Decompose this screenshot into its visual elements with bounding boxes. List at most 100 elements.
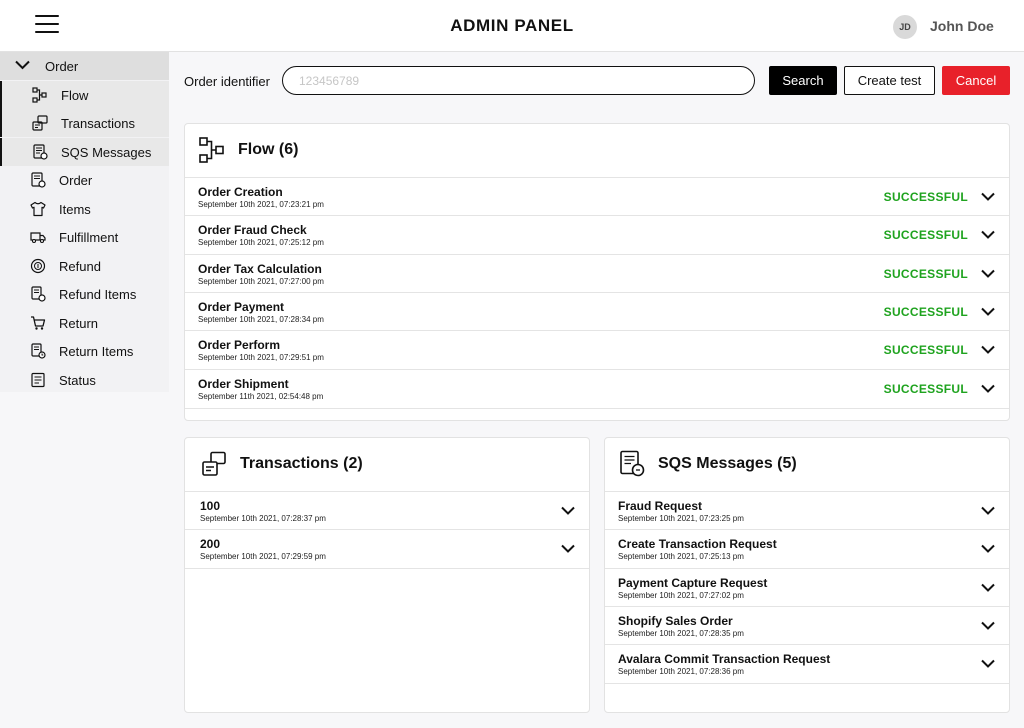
chevron-down-icon[interactable] bbox=[981, 230, 995, 239]
avatar[interactable]: JD bbox=[893, 15, 917, 39]
order-identifier-input[interactable] bbox=[282, 66, 755, 95]
sqs-message-row[interactable]: Payment Capture Request September 10th 2… bbox=[605, 568, 1009, 607]
sqs-message-row-title: Create Transaction Request bbox=[618, 537, 777, 551]
top-header: ADMIN PANEL JD John Doe bbox=[0, 0, 1024, 52]
flow-row-date: September 10th 2021, 07:29:51 pm bbox=[198, 353, 324, 362]
flow-row[interactable]: Order Payment September 10th 2021, 07:28… bbox=[185, 292, 1009, 331]
chevron-down-icon bbox=[15, 60, 30, 70]
flow-row-date: September 10th 2021, 07:25:12 pm bbox=[198, 238, 324, 247]
chevron-down-icon[interactable] bbox=[561, 506, 575, 515]
sidebar-item-transactions[interactable]: Transactions bbox=[0, 109, 169, 137]
chevron-down-icon[interactable] bbox=[981, 544, 995, 553]
shirt-icon bbox=[30, 201, 46, 217]
flow-row[interactable]: Order Tax Calculation September 10th 202… bbox=[185, 254, 1009, 293]
chevron-down-icon[interactable] bbox=[981, 345, 995, 354]
chevron-down-icon[interactable] bbox=[981, 384, 995, 393]
sidebar-item-return-items[interactable]: Return Items bbox=[0, 337, 169, 365]
chevron-down-icon[interactable] bbox=[981, 192, 995, 201]
flow-row[interactable]: Order Creation September 10th 2021, 07:2… bbox=[185, 177, 1009, 216]
sqs-message-row-date: September 10th 2021, 07:27:02 pm bbox=[618, 591, 744, 600]
user-name[interactable]: John Doe bbox=[930, 18, 994, 34]
sqs-message-row[interactable]: Create Transaction Request September 10t… bbox=[605, 529, 1009, 568]
sidebar-item-label: Refund bbox=[59, 259, 101, 274]
sidebar-item-label: Refund Items bbox=[59, 287, 137, 302]
transaction-row[interactable]: 200 September 10th 2021, 07:29:59 pm bbox=[185, 529, 589, 569]
chevron-down-icon[interactable] bbox=[981, 659, 995, 668]
sidebar: Order Flow Transactions SQS Messages Ord… bbox=[0, 52, 169, 392]
transactions-icon bbox=[32, 115, 48, 131]
sqs-messages-card: SQS Messages (5) Fraud Request September… bbox=[604, 437, 1010, 713]
refund-icon bbox=[30, 258, 46, 274]
sidebar-item-refund-items[interactable]: Refund Items bbox=[0, 280, 169, 308]
sidebar-item-order-group[interactable]: Order bbox=[0, 52, 169, 80]
transaction-row[interactable]: 100 September 10th 2021, 07:28:37 pm bbox=[185, 491, 589, 530]
menu-icon[interactable] bbox=[35, 15, 59, 35]
chevron-down-icon[interactable] bbox=[981, 583, 995, 592]
flow-card-title: Flow (6) bbox=[238, 141, 299, 158]
page-title: ADMIN PANEL bbox=[450, 16, 574, 35]
sidebar-item-fulfillment[interactable]: Fulfillment bbox=[0, 223, 169, 251]
flow-icon bbox=[199, 137, 224, 163]
messages-icon bbox=[33, 144, 48, 160]
sqs-message-row-date: September 10th 2021, 07:28:35 pm bbox=[618, 629, 744, 638]
flow-row[interactable]: Order Perform September 10th 2021, 07:29… bbox=[185, 330, 1009, 369]
transactions-card: Transactions (2) 100 September 10th 2021… bbox=[184, 437, 590, 713]
search-button[interactable]: Search bbox=[769, 66, 837, 95]
chevron-down-icon[interactable] bbox=[981, 307, 995, 316]
flow-card: Flow (6) Order Creation September 10th 2… bbox=[184, 123, 1010, 421]
flow-row-title: Order Payment bbox=[198, 300, 285, 314]
status-badge: SUCCESSFUL bbox=[883, 305, 968, 319]
chevron-down-icon[interactable] bbox=[561, 544, 575, 553]
sidebar-item-flow[interactable]: Flow bbox=[0, 81, 169, 109]
sidebar-item-label: Flow bbox=[61, 88, 89, 103]
flow-row-date: September 11th 2021, 02:54:48 pm bbox=[198, 392, 324, 401]
sidebar-item-order[interactable]: Order bbox=[0, 166, 169, 194]
status-badge: SUCCESSFUL bbox=[883, 190, 968, 204]
truck-icon bbox=[30, 232, 46, 244]
status-badge: SUCCESSFUL bbox=[883, 267, 968, 281]
sqs-messages-card-title: SQS Messages (5) bbox=[658, 455, 797, 472]
sidebar-item-refund[interactable]: Refund bbox=[0, 252, 169, 280]
flow-row[interactable]: Order Fraud Check September 10th 2021, 0… bbox=[185, 215, 1009, 254]
order-identifier-label: Order identifier bbox=[184, 74, 270, 89]
status-badge: SUCCESSFUL bbox=[883, 228, 968, 242]
cart-icon bbox=[31, 316, 46, 330]
sidebar-item-sqs-messages[interactable]: SQS Messages bbox=[0, 138, 169, 166]
sidebar-item-items[interactable]: Items bbox=[0, 195, 169, 223]
create-test-button[interactable]: Create test bbox=[844, 66, 935, 95]
sqs-message-row-date: September 10th 2021, 07:23:25 pm bbox=[618, 514, 744, 523]
flow-row-title: Order Shipment bbox=[198, 377, 289, 391]
flow-row[interactable]: Order Shipment September 11th 2021, 02:5… bbox=[185, 369, 1009, 409]
flow-row-title: Order Fraud Check bbox=[198, 223, 307, 237]
return-items-icon bbox=[31, 343, 46, 359]
transaction-row-date: September 10th 2021, 07:28:37 pm bbox=[200, 514, 326, 523]
chevron-down-icon[interactable] bbox=[981, 269, 995, 278]
status-badge: SUCCESSFUL bbox=[883, 343, 968, 357]
cancel-button[interactable]: Cancel bbox=[942, 66, 1010, 95]
sidebar-item-status[interactable]: Status bbox=[0, 366, 169, 394]
sidebar-item-label: Fulfillment bbox=[59, 230, 119, 245]
chevron-down-icon[interactable] bbox=[981, 621, 995, 630]
sqs-message-row[interactable]: Avalara Commit Transaction Request Septe… bbox=[605, 644, 1009, 684]
sidebar-item-label: Return Items bbox=[59, 344, 134, 359]
sqs-message-row-title: Fraud Request bbox=[618, 499, 703, 513]
flow-row-date: September 10th 2021, 07:23:21 pm bbox=[198, 200, 324, 209]
transaction-row-title: 200 bbox=[200, 537, 221, 551]
sidebar-item-return[interactable]: Return bbox=[0, 309, 169, 337]
refund-items-icon bbox=[31, 286, 46, 302]
flow-row-date: September 10th 2021, 07:27:00 pm bbox=[198, 277, 324, 286]
sqs-message-row-date: September 10th 2021, 07:28:36 pm bbox=[618, 667, 744, 676]
sidebar-item-label: Order bbox=[45, 59, 79, 74]
sqs-message-row[interactable]: Fraud Request September 10th 2021, 07:23… bbox=[605, 491, 1009, 530]
transaction-row-title: 100 bbox=[200, 499, 221, 513]
sidebar-item-label: SQS Messages bbox=[61, 145, 152, 160]
chevron-down-icon[interactable] bbox=[981, 506, 995, 515]
sqs-message-row-title: Shopify Sales Order bbox=[618, 614, 733, 628]
flow-row-title: Order Tax Calculation bbox=[198, 262, 322, 276]
sidebar-item-label: Status bbox=[59, 373, 96, 388]
sqs-message-row-date: September 10th 2021, 07:25:13 pm bbox=[618, 552, 744, 561]
sqs-message-row[interactable]: Shopify Sales Order September 10th 2021,… bbox=[605, 606, 1009, 645]
sidebar-item-label: Transactions bbox=[61, 116, 135, 131]
flow-row-date: September 10th 2021, 07:28:34 pm bbox=[198, 315, 324, 324]
sidebar-item-label: Items bbox=[59, 202, 91, 217]
